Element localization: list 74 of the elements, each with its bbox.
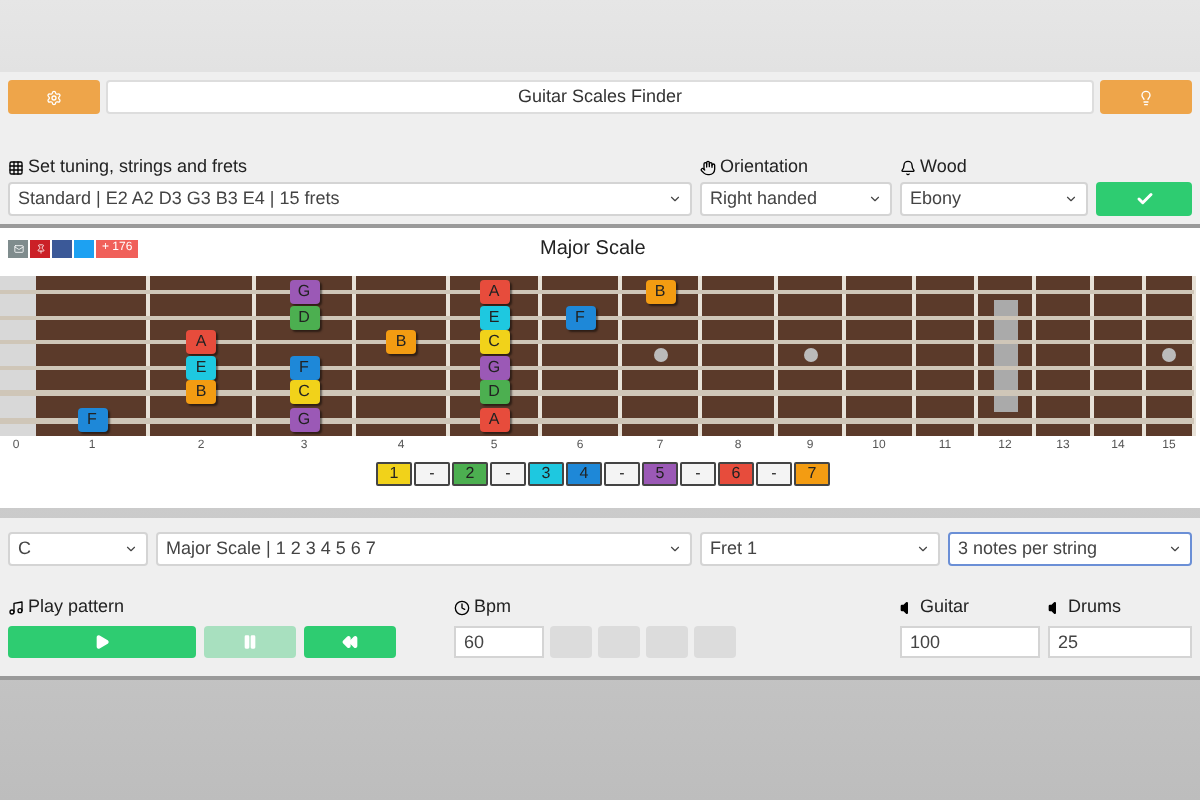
play-icon [94, 634, 110, 650]
lightbulb-icon [1138, 89, 1154, 105]
settings-button[interactable] [8, 80, 100, 114]
scale-note[interactable]: F [289, 356, 319, 380]
drums-volume-input[interactable]: 25 [1048, 626, 1192, 658]
scale-degree[interactable]: 2 [452, 462, 488, 486]
scale-note[interactable]: D [289, 306, 319, 330]
scale-degree[interactable]: - [756, 462, 792, 486]
check-icon [1135, 190, 1153, 208]
bell-icon [900, 160, 916, 176]
scale-degree[interactable]: - [414, 462, 450, 486]
rewind-button[interactable] [304, 626, 396, 658]
tuning-select[interactable]: Standard | E2 A2 D3 G3 B3 E4 | 15 frets [8, 182, 692, 216]
scale-degree[interactable]: 6 [718, 462, 754, 486]
dropdown-caret-icon [668, 192, 682, 206]
music-note-icon [8, 600, 24, 616]
app-title: Guitar Scales Finder [106, 80, 1094, 114]
scale-select[interactable]: C [8, 532, 148, 566]
scale-degree[interactable]: 3 [528, 462, 564, 486]
dropdown-caret-icon [668, 542, 682, 556]
guitar-volume-label: Guitar [920, 594, 970, 621]
twitter-share-button[interactable] [74, 239, 94, 257]
scale-title: Major Scale [540, 235, 646, 263]
scale-select[interactable]: 3 notes per string [948, 532, 1192, 566]
orientation-label: Orientation [720, 154, 809, 181]
drums-volume-label: Drums [1068, 594, 1121, 621]
rewind-icon [342, 634, 358, 650]
scale-degree[interactable]: 1 [376, 462, 412, 486]
dropdown-caret-icon [868, 192, 882, 206]
pin-icon [35, 243, 45, 253]
help-button[interactable] [1100, 80, 1192, 114]
settings-icon [46, 89, 62, 105]
scale-note[interactable]: A [186, 330, 216, 354]
play-button[interactable] [8, 626, 196, 658]
scale-degree[interactable]: - [680, 462, 716, 486]
facebook-share-button[interactable] [52, 239, 72, 257]
scale-note[interactable]: B [645, 280, 675, 304]
scale-note[interactable]: B [386, 330, 416, 354]
hand-icon [700, 160, 716, 176]
scale-note[interactable]: C [479, 330, 509, 354]
pause-icon [242, 634, 258, 650]
bpm-label: Bpm [474, 594, 512, 621]
pin-share-button[interactable] [30, 239, 50, 257]
wood-select[interactable]: Ebony [900, 182, 1088, 216]
tuning-label: Set tuning, strings and frets [28, 154, 248, 181]
clock-icon [454, 600, 470, 616]
scale-degree[interactable]: 4 [566, 462, 602, 486]
scale-degree[interactable]: - [604, 462, 640, 486]
scale-select[interactable]: Major Scale | 1 2 3 4 5 6 7 [156, 532, 692, 566]
mail-icon [13, 243, 23, 253]
dropdown-caret-icon [1168, 542, 1182, 556]
scale-note[interactable]: E [186, 356, 216, 380]
grid-icon [8, 160, 24, 176]
confirm-button[interactable] [1096, 182, 1192, 216]
play-pattern-label: Play pattern [28, 594, 125, 621]
scale-note[interactable]: E [479, 306, 509, 330]
dropdown-caret-icon [124, 542, 138, 556]
guitar-volume-input[interactable]: 100 [900, 626, 1040, 658]
scale-note[interactable]: F [565, 306, 595, 330]
email-share-button[interactable] [8, 239, 28, 257]
scale-note[interactable]: D [479, 380, 509, 404]
scale-note[interactable]: B [186, 380, 216, 404]
scale-note[interactable]: F [77, 408, 107, 432]
bpm-input[interactable]: 60 [454, 626, 544, 658]
scale-note[interactable]: A [479, 280, 509, 304]
dropdown-caret-icon [916, 542, 930, 556]
scale-note[interactable]: A [479, 408, 509, 432]
scale-select[interactable]: Fret 1 [700, 532, 940, 566]
scale-note[interactable]: C [289, 380, 319, 404]
scale-degree[interactable]: - [490, 462, 526, 486]
dropdown-caret-icon [1064, 192, 1078, 206]
orientation-select[interactable]: Right handed [700, 182, 892, 216]
scale-degree[interactable]: 7 [794, 462, 830, 486]
wood-label: Wood [920, 154, 967, 181]
